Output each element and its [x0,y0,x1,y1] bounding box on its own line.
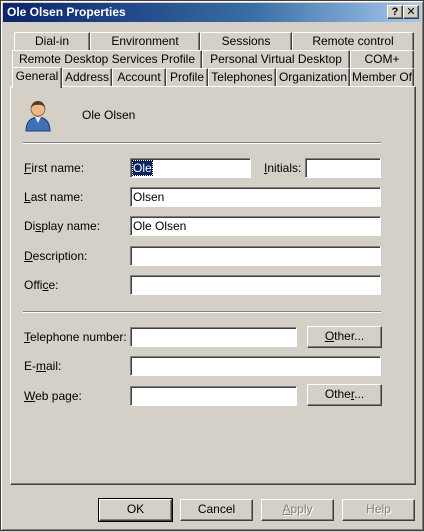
general-tab-panel [10,86,416,485]
tab-remote-control[interactable]: Remote control [292,32,414,50]
close-title-button[interactable]: ✕ [403,5,419,19]
help-icon: ? [391,6,399,18]
cancel-button[interactable]: Cancel [180,499,253,521]
tab-account[interactable]: Account [112,68,166,86]
tab-organization[interactable]: Organization [276,68,350,86]
tab-personal-virtual-desktop[interactable]: Personal Virtual Desktop [202,50,350,68]
title-bar: Ole Olsen Properties ? ✕ [3,3,421,22]
tab-address[interactable]: Address [62,68,112,86]
tab-telephones[interactable]: Telephones [208,68,276,86]
tab-sessions[interactable]: Sessions [200,32,292,50]
tab-general[interactable]: General [12,67,62,88]
window-title: Ole Olsen Properties [7,5,126,19]
tab-profile[interactable]: Profile [166,68,208,86]
ok-button[interactable]: OK [98,498,173,522]
close-icon: ✕ [406,6,416,18]
tab-dial-in[interactable]: Dial-in [14,32,90,50]
apply-button[interactable]: Apply [261,499,334,521]
tab-environment[interactable]: Environment [90,32,200,50]
tab-remote-desktop-services-profile[interactable]: Remote Desktop Services Profile [12,50,202,68]
tab-member-of[interactable]: Member Of [350,68,414,86]
properties-dialog: Ole Olsen Properties ? ✕ Dial-in Environ… [0,0,424,531]
help-button[interactable]: Help [342,499,415,521]
tab-com-plus[interactable]: COM+ [350,50,414,68]
help-title-button[interactable]: ? [387,5,403,19]
